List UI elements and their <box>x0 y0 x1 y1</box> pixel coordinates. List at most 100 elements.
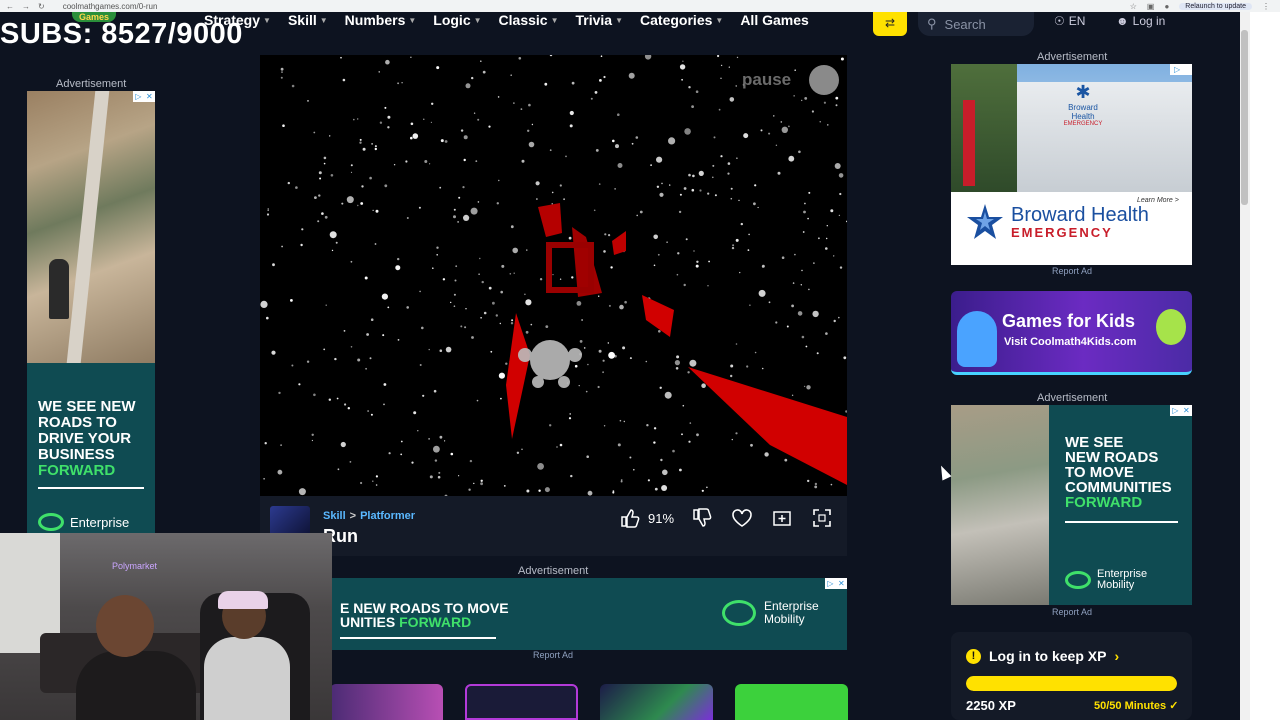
ad-label: Advertisement <box>1037 392 1108 404</box>
menu-item-classic[interactable]: Classic ▼ <box>499 12 559 28</box>
language-label: EN <box>1068 14 1086 28</box>
minutes-label: 50/50 Minutes <box>1094 700 1167 712</box>
ad-copy-line: ROADS TO <box>38 414 117 431</box>
report-ad-link[interactable]: Report Ad <box>533 650 573 660</box>
scrollbar-thumb[interactable] <box>1241 30 1248 205</box>
menu-item-label: Categories <box>640 12 713 28</box>
fullscreen-icon[interactable] <box>810 506 834 530</box>
adchoices-icon[interactable]: ▷ ✕ <box>1170 405 1192 416</box>
more-games-row <box>330 684 848 720</box>
browser-toolbar: ← → ↻ coolmathgames.com/0-run ☆ ▣ ● Rela… <box>0 0 1280 12</box>
ad-copy-highlight: FORWARD <box>38 462 116 479</box>
ad-copy-line: UNITIES <box>340 614 400 630</box>
globe-icon: ☉ <box>1054 14 1065 28</box>
divider <box>38 487 144 489</box>
profile-icon[interactable]: ● <box>1164 2 1169 11</box>
game-tile[interactable] <box>600 684 713 720</box>
search-icon: ⚲ <box>927 16 937 31</box>
brand-subtitle: EMERGENCY <box>1011 224 1113 240</box>
enterprise-logo-icon <box>38 513 64 531</box>
ad-copy-line: WE SEE <box>1065 434 1124 451</box>
relaunch-button[interactable]: Relaunch to update <box>1179 2 1252 10</box>
ad-copy-line: COMMUNITIES <box>1065 479 1172 496</box>
like-button[interactable]: 91% <box>618 506 674 530</box>
game-scene <box>506 203 847 485</box>
heart-icon[interactable] <box>730 506 754 530</box>
menu-item-skill[interactable]: Skill ▼ <box>288 12 328 28</box>
alien-mascot-icon <box>1156 309 1186 345</box>
game-tile[interactable] <box>465 684 578 720</box>
adchoices-icon[interactable]: ▷ ✕ <box>133 91 155 102</box>
pause-button[interactable] <box>809 65 839 95</box>
chevron-down-icon: ▼ <box>715 15 724 25</box>
menu-item-label: All Games <box>740 12 809 28</box>
platform-tile <box>572 227 602 297</box>
xp-login-link[interactable]: ! Log in to keep XP › <box>966 648 1119 664</box>
ad-copy: WE SEE NEW ROADS TO MOVE COMMUNITIES FOR… <box>1065 435 1172 510</box>
chevron-down-icon: ▼ <box>550 15 559 25</box>
search-input[interactable]: ⚲ Search <box>918 12 1034 36</box>
xp-amount: 2250 XP <box>966 698 1016 713</box>
random-game-button[interactable]: ⇄ <box>873 12 907 36</box>
pause-button-label[interactable]: pause <box>742 70 791 90</box>
game-tile[interactable] <box>735 684 848 720</box>
bottom-advertisement[interactable]: E NEW ROADS TO MOVE UNITIES FORWARD Ente… <box>330 578 847 650</box>
menu-icon[interactable]: ⋮ <box>1262 2 1270 11</box>
extensions-icon[interactable]: ▣ <box>1147 2 1155 11</box>
xp-progress-fill <box>966 676 1177 691</box>
game-canvas[interactable]: pause <box>260 55 847 496</box>
breadcrumb-subcategory[interactable]: Platformer <box>360 510 415 522</box>
main-menu: Strategy ▼ Skill ▼ Numbers ▼ Logic ▼ Classic… <box>204 12 809 28</box>
emergency-side-sign <box>963 100 975 186</box>
shuffle-icon: ⇄ <box>884 16 896 30</box>
platform-tile <box>506 313 530 439</box>
menu-item-all-games[interactable]: All Games <box>740 12 808 28</box>
right-advertisement[interactable]: WE SEE NEW ROADS TO MOVE COMMUNITIES FOR… <box>951 405 1192 605</box>
adchoices-icon[interactable]: ▷ ✕ <box>825 578 847 589</box>
ad-label: Advertisement <box>518 565 589 577</box>
xp-progress-bar <box>966 676 1177 691</box>
ad-copy-highlight: FORWARD <box>399 614 472 630</box>
login-label: Log in <box>1132 14 1166 28</box>
breadcrumb-separator: > <box>349 510 357 522</box>
menu-item-categories[interactable]: Categories ▼ <box>640 12 723 28</box>
brand-name: Mobility <box>1097 579 1135 591</box>
game-tile[interactable] <box>330 684 443 720</box>
ad-brand: Broward Health EMERGENCY <box>965 202 1149 242</box>
menu-item-numbers[interactable]: Numbers ▼ <box>345 12 417 28</box>
ad-brand: Enterprise Mobility <box>1065 569 1147 591</box>
ad-aerial-photo: ▷ ✕ <box>27 91 155 363</box>
menu-item-label: Classic <box>498 12 548 28</box>
menu-item-label: Logic <box>433 12 471 28</box>
reload-icon[interactable]: ↻ <box>38 2 45 11</box>
thumbs-down-icon[interactable] <box>690 506 714 530</box>
breadcrumb-category[interactable]: Skill <box>323 510 346 522</box>
broward-star-icon <box>967 204 1003 239</box>
left-advertisement[interactable]: ▷ ✕ WE SEE NEW ROADS TO DRIVE YOUR BUSINE… <box>27 91 155 533</box>
adchoices-icon[interactable]: ▷ <box>1170 64 1192 75</box>
chevron-down-icon: ▼ <box>263 15 271 25</box>
enterprise-logo-icon <box>1065 571 1091 589</box>
language-selector[interactable]: ☉ EN <box>1054 14 1085 28</box>
xp-heading: Log in to keep XP <box>989 648 1107 664</box>
report-ad-link[interactable]: Report Ad <box>1052 266 1092 276</box>
login-button[interactable]: ☻ Log in <box>1116 14 1165 28</box>
divider <box>1065 521 1178 523</box>
minutes-counter: 50/50 Minutes ✓ <box>1094 699 1178 712</box>
report-ad-link[interactable]: Report Ad <box>1052 607 1092 617</box>
add-to-playlist-icon[interactable] <box>770 506 794 530</box>
broward-health-advertisement[interactable]: ✱ Broward Health EMERGENCY ▷ Learn More … <box>951 64 1192 265</box>
browser-nav: ← → ↻ <box>0 2 45 11</box>
chevron-down-icon: ▼ <box>408 15 417 25</box>
star-icon[interactable]: ☆ <box>1130 2 1137 11</box>
octopus-mascot-icon <box>957 311 997 367</box>
menu-item-logic[interactable]: Logic ▼ <box>433 12 481 28</box>
coolmath4kids-banner[interactable]: Games for Kids Visit Coolmath4Kids.com <box>951 291 1192 375</box>
menu-item-trivia[interactable]: Trivia ▼ <box>576 12 624 28</box>
brand-name: Broward Health <box>1011 203 1149 226</box>
forward-icon[interactable]: → <box>22 2 30 11</box>
mouse-cursor <box>936 463 952 481</box>
back-icon[interactable]: ← <box>6 2 14 11</box>
address-bar[interactable]: coolmathgames.com/0-run <box>63 2 158 11</box>
banner-title: Games for Kids <box>1002 311 1136 331</box>
